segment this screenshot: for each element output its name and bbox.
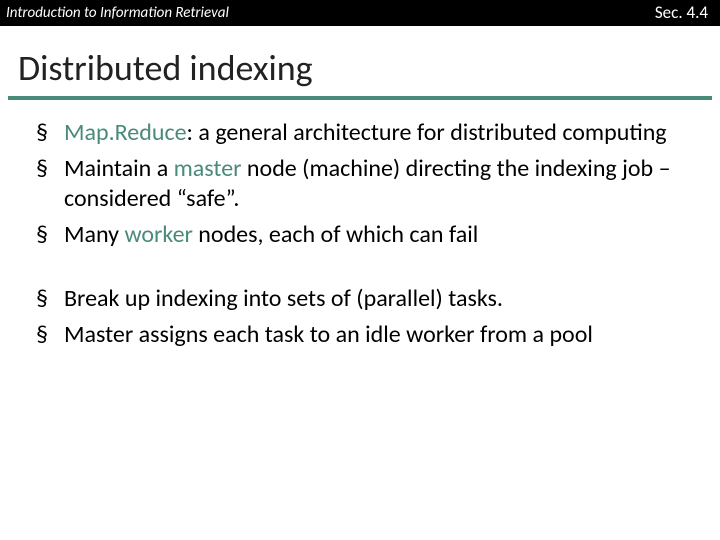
list-item: Many worker nodes, each of which can fai… xyxy=(36,220,680,250)
list-item: Map.Reduce: a general architecture for d… xyxy=(36,118,680,148)
slide: Introduction to Information Retrieval Se… xyxy=(0,0,720,540)
bullet-text-pre: Many xyxy=(64,220,124,249)
section-label: Sec. 4.4 xyxy=(655,2,708,23)
slide-content: Map.Reduce: a general architecture for d… xyxy=(0,100,720,350)
header-bar: Introduction to Information Retrieval Se… xyxy=(0,0,720,26)
bullet-text-accent: master xyxy=(174,154,242,183)
bullet-text-post: : a general architecture for distributed… xyxy=(187,118,667,147)
list-item: Break up indexing into sets of (parallel… xyxy=(36,284,680,314)
bullet-text-accent: worker xyxy=(124,220,192,249)
course-title: Introduction to Information Retrieval xyxy=(6,4,229,22)
list-item: Master assigns each task to an idle work… xyxy=(36,320,680,350)
bullet-list-top: Map.Reduce: a general architecture for d… xyxy=(36,118,680,250)
bullet-text-post: nodes, each of which can fail xyxy=(193,220,478,249)
slide-title: Distributed indexing xyxy=(0,26,720,96)
bullet-text-pre: Master assigns each task to an idle work… xyxy=(64,320,593,349)
bullet-text-accent: Map.Reduce xyxy=(64,118,187,147)
bullet-list-bottom: Break up indexing into sets of (parallel… xyxy=(36,284,680,350)
bullet-text-pre: Break up indexing into sets of (parallel… xyxy=(64,284,503,313)
list-item: Maintain a master node (machine) directi… xyxy=(36,154,680,214)
bullet-text-pre: Maintain a xyxy=(64,154,174,183)
spacer xyxy=(36,256,680,284)
